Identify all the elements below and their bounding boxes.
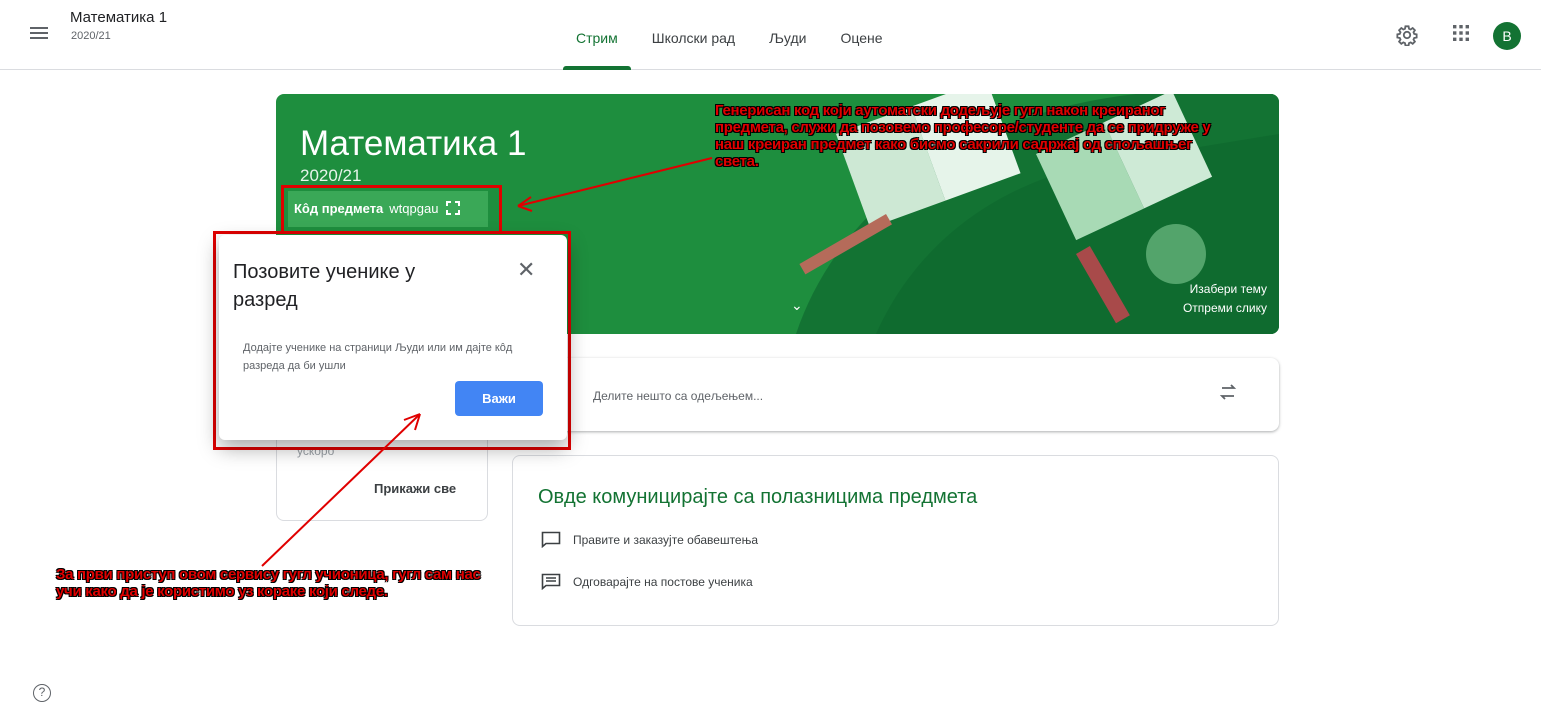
page: Математика 1 2020/21 Стрим Школски рад Љ… bbox=[0, 0, 1541, 715]
arrow-to-code bbox=[517, 157, 713, 207]
annotation-code-note: Генерисан код који аутоматски додељује г… bbox=[715, 102, 1211, 170]
annotation-first-access-note: За први приступ овом сервису гугл учиони… bbox=[56, 566, 481, 600]
arrow-to-dialog bbox=[261, 413, 421, 567]
help-icon[interactable]: ? bbox=[33, 684, 51, 702]
